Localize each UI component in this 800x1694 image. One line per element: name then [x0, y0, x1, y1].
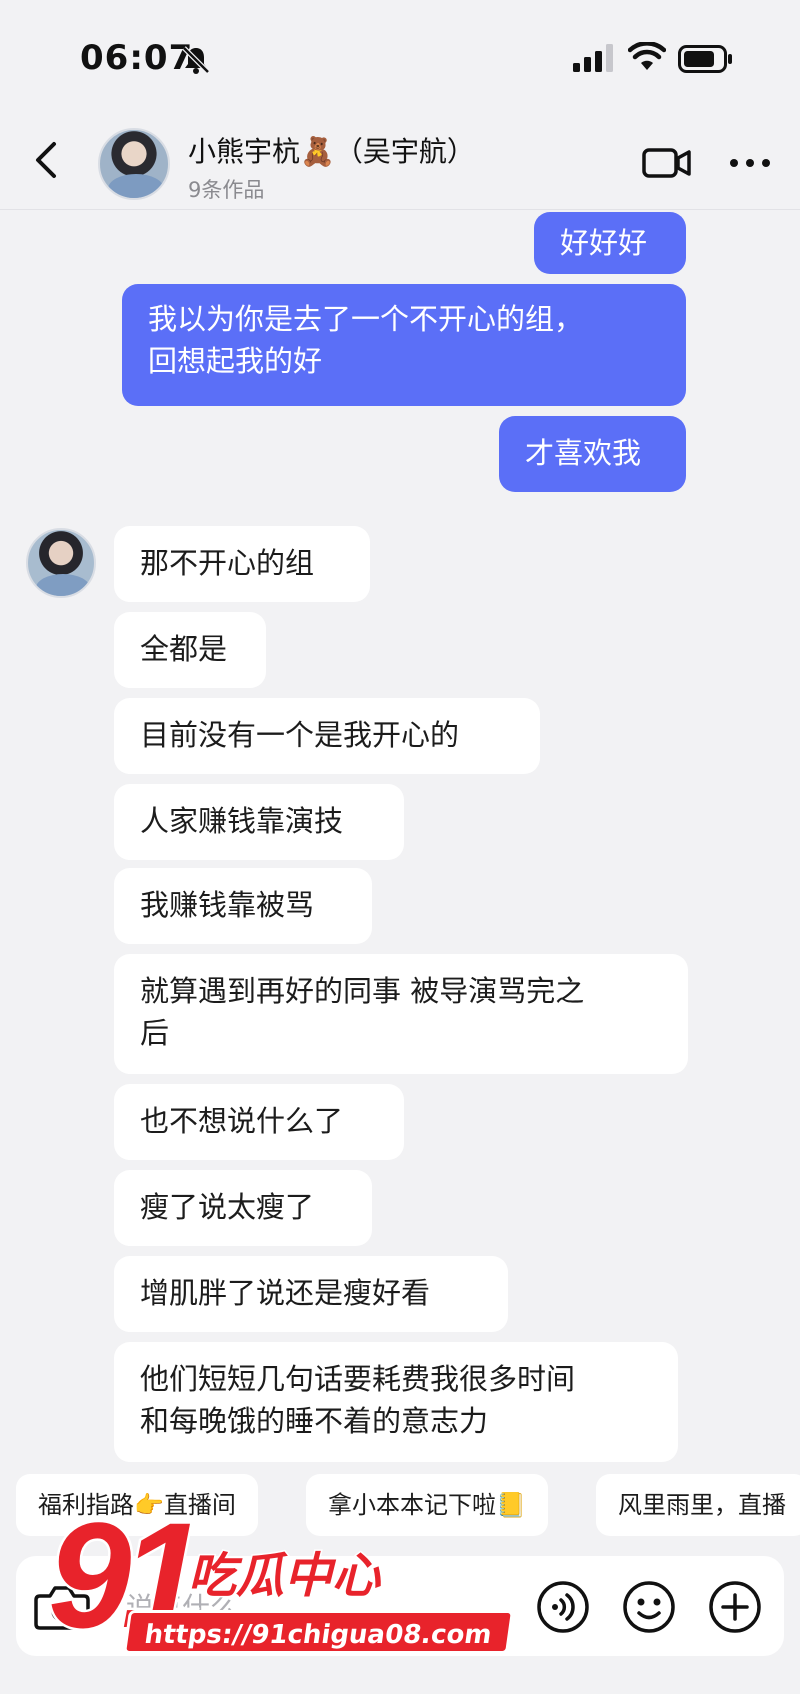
message-bubble-incoming[interactable]: 就算遇到再好的同事 被导演骂完之 后 [114, 954, 688, 1074]
emoji-icon[interactable] [622, 1580, 676, 1634]
wifi-icon [628, 42, 666, 70]
watermark-url: https://91chigua08.com [122, 1610, 515, 1654]
message-bubble-outgoing[interactable]: 才喜欢我 [499, 416, 686, 492]
message-bubble-outgoing[interactable]: 好好好 [534, 212, 686, 274]
video-call-icon[interactable] [642, 146, 692, 180]
battery-icon [678, 45, 732, 73]
message-bubble-incoming[interactable]: 他们短短几句话要耗费我很多时间 和每晚饿的睡不着的意志力 [114, 1342, 678, 1462]
status-bar: 06:07 [0, 0, 800, 110]
watermark-name: 吃瓜中心 [186, 1547, 381, 1606]
sender-avatar[interactable] [26, 528, 96, 598]
signal-icon [573, 44, 613, 72]
back-icon[interactable] [30, 138, 64, 182]
voice-icon[interactable] [536, 1580, 590, 1634]
message-bubble-incoming[interactable]: 人家赚钱靠演技 [114, 784, 404, 860]
message-bubble-incoming[interactable]: 目前没有一个是我开心的 [114, 698, 540, 774]
more-icon[interactable] [728, 146, 772, 180]
status-time: 06:07 [80, 38, 194, 78]
message-bubble-incoming[interactable]: 全都是 [114, 612, 266, 688]
contact-works-count[interactable]: 9条作品 [188, 174, 264, 204]
watermark-logo: 91 吃瓜中心 https://91chigua08.com [40, 1498, 515, 1660]
message-bubble-incoming[interactable]: 那不开心的组 [114, 526, 370, 602]
contact-avatar[interactable] [98, 128, 170, 200]
message-bubble-incoming[interactable]: 瘦了说太瘦了 [114, 1170, 372, 1246]
message-bubble-incoming[interactable]: 我赚钱靠被骂 [114, 868, 372, 944]
message-bubble-incoming[interactable]: 增肌胖了说还是瘦好看 [114, 1256, 508, 1332]
bell-slash-icon [182, 46, 210, 74]
message-bubble-incoming[interactable]: 也不想说什么了 [114, 1084, 404, 1160]
quick-reply-chip[interactable]: 风里雨里，直播 [596, 1474, 800, 1536]
contact-name[interactable]: 小熊宇杭🧸（吴宇航） [188, 130, 475, 170]
plus-icon[interactable] [708, 1580, 762, 1634]
chat-header: 小熊宇杭🧸（吴宇航） 9条作品 [0, 110, 800, 210]
message-bubble-outgoing[interactable]: 我以为你是去了一个不开心的组， 回想起我的好 [122, 284, 686, 406]
